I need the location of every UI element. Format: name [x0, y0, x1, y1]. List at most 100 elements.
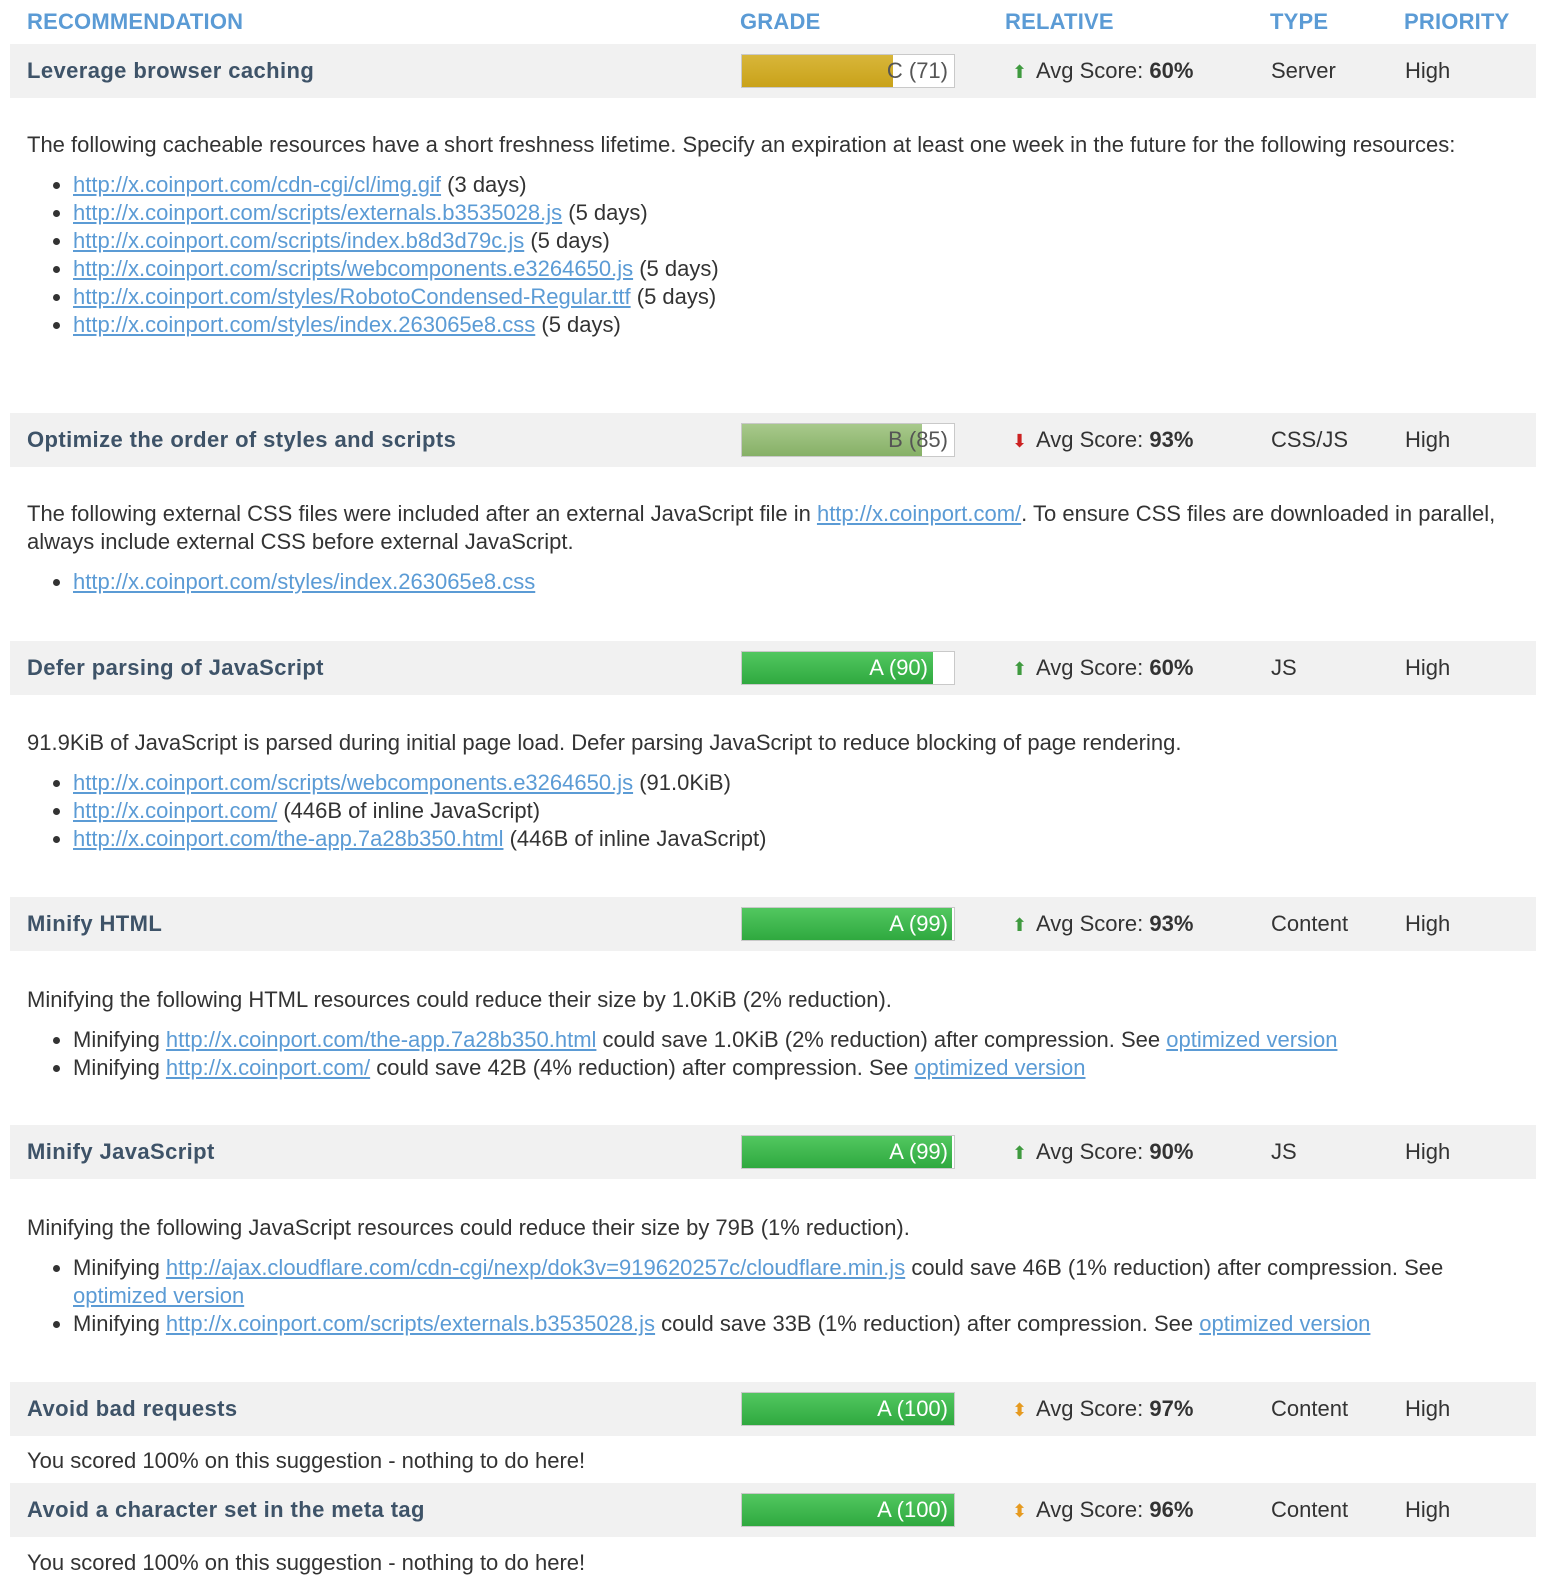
details-text: Minifying the following HTML resources c…: [27, 987, 892, 1012]
resource-note: (5 days): [633, 256, 719, 281]
resource-link[interactable]: http://x.coinport.com/styles/index.26306…: [73, 569, 535, 594]
resource-note: could save 46B (1% reduction) after comp…: [905, 1255, 1444, 1280]
relative-score: ⬆ Avg Score: 60%: [1012, 58, 1193, 84]
resource-note: could save 33B (1% reduction) after comp…: [655, 1311, 1200, 1336]
resource-note: (5 days): [562, 200, 648, 225]
resource-link[interactable]: http://x.coinport.com/scripts/webcompone…: [73, 256, 633, 281]
resource-link[interactable]: http://x.coinport.com/cdn-cgi/cl/img.gif: [73, 172, 441, 197]
type-cell: JS: [1271, 1139, 1297, 1164]
recommendation-row[interactable]: Optimize the order of styles and scripts…: [10, 413, 1536, 467]
recommendation-row[interactable]: Defer parsing of JavaScript A (90) ⬆ Avg …: [10, 641, 1536, 695]
priority-cell: High: [1405, 58, 1451, 83]
resource-link[interactable]: http://x.coinport.com/scripts/index.b8d3…: [73, 228, 524, 253]
arrow-up-icon: ⬆: [1012, 915, 1028, 935]
resource-note: (5 days): [524, 228, 610, 253]
relative-score: ⬇ Avg Score: 93%: [1012, 427, 1193, 453]
resource-list: Minifying http://ajax.cloudflare.com/cdn…: [27, 1254, 1517, 1338]
item-prefix: Minifying: [73, 1055, 166, 1080]
header-recommendation[interactable]: RECOMMENDATION: [27, 9, 243, 35]
details-text: The following external CSS files were in…: [27, 500, 1517, 556]
recommendation-title[interactable]: Avoid bad requests: [27, 1396, 238, 1422]
item-prefix: Minifying: [73, 1027, 166, 1052]
avg-score-label: Avg Score:: [1036, 655, 1144, 680]
type-cell: Server: [1271, 58, 1336, 83]
recommendation-title[interactable]: Leverage browser caching: [27, 58, 314, 84]
resource-link[interactable]: http://x.coinport.com/styles/index.26306…: [73, 312, 535, 337]
resource-link[interactable]: http://x.coinport.com/the-app.7a28b350.h…: [166, 1027, 596, 1052]
resource-link[interactable]: http://x.coinport.com/scripts/externals.…: [166, 1311, 655, 1336]
recommendation-row[interactable]: Avoid a character set in the meta tag A …: [10, 1483, 1536, 1537]
recommendation-details: You scored 100% on this suggestion - not…: [27, 1447, 1517, 1475]
recommendation-row[interactable]: Leverage browser caching C (71) ⬆ Avg Sco…: [10, 44, 1536, 98]
relative-score: ⬍ Avg Score: 97%: [1012, 1396, 1193, 1422]
avg-score-label: Avg Score:: [1036, 427, 1144, 452]
avg-score-label: Avg Score:: [1036, 1139, 1144, 1164]
list-item: http://x.coinport.com/the-app.7a28b350.h…: [73, 825, 1517, 853]
grade-bar: A (100): [741, 1493, 955, 1527]
type-cell: Content: [1271, 1396, 1349, 1421]
arrow-updown-icon: ⬍: [1012, 1400, 1028, 1420]
arrow-up-icon: ⬆: [1012, 62, 1028, 82]
priority-cell: High: [1405, 1396, 1451, 1421]
avg-score-value: 96%: [1149, 1497, 1194, 1522]
resource-link[interactable]: http://x.coinport.com/scripts/webcompone…: [73, 770, 633, 795]
list-item: http://x.coinport.com/ (446B of inline J…: [73, 797, 1517, 825]
optimized-version-link[interactable]: optimized version: [1166, 1027, 1337, 1052]
resource-link[interactable]: http://x.coinport.com/: [166, 1055, 370, 1080]
recommendation-title[interactable]: Minify HTML: [27, 911, 162, 937]
resource-note: (3 days): [441, 172, 527, 197]
optimized-version-link[interactable]: optimized version: [1199, 1311, 1370, 1336]
relative-score: ⬍ Avg Score: 96%: [1012, 1497, 1193, 1523]
optimized-version-link[interactable]: optimized version: [914, 1055, 1085, 1080]
recommendation-details: The following cacheable resources have a…: [27, 131, 1517, 339]
avg-score-value: 60%: [1149, 655, 1194, 680]
list-item: http://x.coinport.com/styles/index.26306…: [73, 311, 1517, 339]
page-link[interactable]: http://x.coinport.com/: [817, 501, 1021, 526]
arrow-updown-icon: ⬍: [1012, 1501, 1028, 1521]
avg-score-value: 93%: [1149, 427, 1194, 452]
avg-score-value: 93%: [1149, 911, 1194, 936]
resource-link[interactable]: http://ajax.cloudflare.com/cdn-cgi/nexp/…: [166, 1255, 905, 1280]
resource-link[interactable]: http://x.coinport.com/styles/RobotoConde…: [73, 284, 631, 309]
optimized-version-link[interactable]: optimized version: [73, 1283, 244, 1308]
header-type[interactable]: TYPE: [1270, 9, 1328, 35]
header-grade[interactable]: GRADE: [740, 9, 820, 35]
recommendation-title[interactable]: Optimize the order of styles and scripts: [27, 427, 456, 453]
grade-bar: A (99): [741, 907, 955, 941]
resource-link[interactable]: http://x.coinport.com/scripts/externals.…: [73, 200, 562, 225]
recommendation-title[interactable]: Minify JavaScript: [27, 1139, 215, 1165]
grade-text: A (100): [877, 1396, 948, 1421]
recommendation-details: Minifying the following JavaScript resou…: [27, 1214, 1517, 1338]
resource-note: (446B of inline JavaScript): [277, 798, 541, 823]
list-item: http://x.coinport.com/styles/RobotoConde…: [73, 283, 1517, 311]
recommendation-row[interactable]: Minify HTML A (99) ⬆ Avg Score: 93% Conte…: [10, 897, 1536, 951]
arrow-up-icon: ⬆: [1012, 659, 1028, 679]
header-priority[interactable]: PRIORITY: [1404, 9, 1510, 35]
priority-cell: High: [1405, 427, 1451, 452]
grade-fill: [742, 55, 893, 87]
recommendation-title[interactable]: Defer parsing of JavaScript: [27, 655, 324, 681]
arrow-down-icon: ⬇: [1012, 431, 1028, 451]
resource-link[interactable]: http://x.coinport.com/: [73, 798, 277, 823]
resource-list: http://x.coinport.com/styles/index.26306…: [27, 568, 1517, 596]
type-cell: Content: [1271, 1497, 1349, 1522]
header-relative[interactable]: RELATIVE: [1005, 9, 1114, 35]
item-prefix: Minifying: [73, 1255, 166, 1280]
avg-score-label: Avg Score:: [1036, 911, 1144, 936]
priority-cell: High: [1405, 911, 1451, 936]
recommendation-details: Minifying the following HTML resources c…: [27, 986, 1517, 1082]
priority-cell: High: [1405, 1497, 1451, 1522]
avg-score-value: 60%: [1149, 58, 1194, 83]
type-cell: CSS/JS: [1271, 427, 1349, 452]
recommendation-row[interactable]: Minify JavaScript A (99) ⬆ Avg Score: 90%…: [10, 1125, 1536, 1179]
recommendation-row[interactable]: Avoid bad requests A (100) ⬍ Avg Score: 9…: [10, 1382, 1536, 1436]
item-prefix: Minifying: [73, 1311, 166, 1336]
grade-bar: C (71): [741, 54, 955, 88]
list-item: http://x.coinport.com/cdn-cgi/cl/img.gif…: [73, 171, 1517, 199]
relative-score: ⬆ Avg Score: 90%: [1012, 1139, 1193, 1165]
recommendation-title[interactable]: Avoid a character set in the meta tag: [27, 1497, 425, 1523]
resource-note: (5 days): [535, 312, 621, 337]
grade-text: A (99): [889, 911, 948, 936]
type-cell: JS: [1271, 655, 1297, 680]
resource-link[interactable]: http://x.coinport.com/the-app.7a28b350.h…: [73, 826, 503, 851]
